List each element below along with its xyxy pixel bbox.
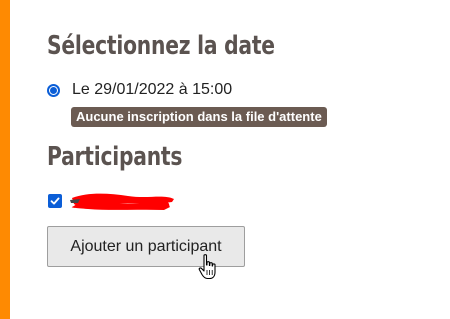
radio-selected-dot xyxy=(50,86,57,94)
redacted-participant-name xyxy=(70,193,174,210)
hand-pointer-icon xyxy=(198,254,216,280)
page: Sélectionnez la date Le 29/01/2022 à 15:… xyxy=(0,0,450,319)
date-option-radio[interactable] xyxy=(47,83,60,97)
date-option-row[interactable]: Le 29/01/2022 à 15:00 xyxy=(47,81,232,99)
waitlist-status-badge: Aucune inscription dans la file d'attent… xyxy=(71,107,327,127)
accent-bar xyxy=(0,0,10,319)
checkmark-icon xyxy=(50,197,60,205)
participants-section-title: Participants xyxy=(47,142,183,172)
date-section-title: Sélectionnez la date xyxy=(47,31,275,61)
participant-row[interactable] xyxy=(48,190,178,212)
date-option-label[interactable]: Le 29/01/2022 à 15:00 xyxy=(72,81,232,99)
participant-checkbox[interactable] xyxy=(48,194,62,208)
